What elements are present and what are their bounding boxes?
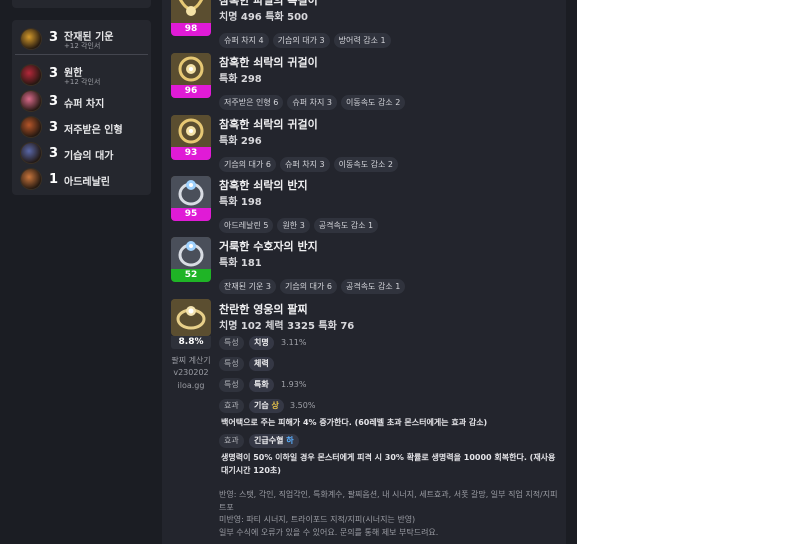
engraving-book-bonus: +12 각인서 xyxy=(64,42,101,50)
option-percent: 3.11% xyxy=(281,338,307,347)
engraving-adrenaline-icon xyxy=(21,169,41,189)
engraving-row: 3 잔재된 기운 +12 각인서 xyxy=(12,26,151,52)
option-value: 치명 xyxy=(249,336,274,350)
item-name: 참혹한 쇠락의 귀걸이 xyxy=(219,118,318,131)
item-name: 참혹한 쇠락의 귀걸이 xyxy=(219,56,318,69)
engraving-chip: 이동속도 감소 2 xyxy=(340,95,406,110)
engraving-count: 3 xyxy=(49,94,59,109)
engraving-grudge-icon xyxy=(21,65,41,85)
quality-badge: 98 xyxy=(171,23,211,36)
engraving-chip: 저주받은 인형 6 xyxy=(219,95,284,110)
option-percent: 1.93% xyxy=(281,380,307,389)
quality-badge: 96 xyxy=(171,85,211,98)
quality-badge: 52 xyxy=(171,269,211,282)
engraving-row: 3 슈퍼 차지 xyxy=(12,88,151,114)
option-type: 특성 xyxy=(219,357,244,371)
engraving-chip: 원한 3 xyxy=(277,218,310,233)
engraving-chips: 아드레날린 5 원한 3 공격속도 감소 1 xyxy=(219,213,382,233)
item-stats: 치명 496 특화 500 xyxy=(219,12,308,23)
engraving-chips: 저주받은 인형 6 슈퍼 차지 3 이동속도 감소 2 xyxy=(219,90,409,110)
item-stats: 특화 198 xyxy=(219,197,262,208)
note-reflected: 반영: 스탯, 각인, 직업각인, 특화계수, 팔찌옵션, 내 시너지, 세트효… xyxy=(219,490,558,499)
bracelet-percent: 8.8% xyxy=(171,336,211,349)
engraving-divider xyxy=(15,54,148,55)
item-stats: 특화 181 xyxy=(219,258,262,269)
engraving-chip: 슈퍼 차지 3 xyxy=(287,95,337,110)
earring-icon xyxy=(171,115,211,147)
effect-grade-2: 하 xyxy=(286,436,294,445)
engraving-row: 3 원한 +12 각인서 xyxy=(12,62,151,88)
engraving-name: 저주받은 인형 xyxy=(64,125,123,136)
engraving-row: 3 저주받은 인형 xyxy=(12,114,151,140)
quality-badge: 95 xyxy=(171,208,211,221)
engraving-cursed-doll-icon xyxy=(21,117,41,137)
engraving-summary-top xyxy=(12,0,151,8)
ring-icon xyxy=(171,176,211,208)
engraving-super-charge-icon xyxy=(21,91,41,111)
item-name: 참혹한 쇠락의 반지 xyxy=(219,179,308,192)
engraving-chip: 방어력 감소 1 xyxy=(333,33,391,48)
engraving-master-ambush-icon xyxy=(21,143,41,163)
calc-site-link[interactable]: iloa.gg xyxy=(164,381,218,390)
calc-version: v230202 xyxy=(173,368,209,377)
engraving-chip: 이동속도 감소 2 xyxy=(333,157,398,172)
engraving-count: 3 xyxy=(49,146,59,161)
engraving-chip: 슈퍼 차지 4 xyxy=(219,33,269,48)
bracelet-name: 찬란한 영웅의 팔찌 xyxy=(219,303,308,316)
engraving-name: 아드레날린 xyxy=(64,177,110,188)
app-window: 3 잔재된 기운 +12 각인서 3 원한 +12 각인서 3 슈퍼 차지 3 … xyxy=(0,0,577,544)
option-percent: 3.50% xyxy=(290,401,316,410)
option-value: 특화 xyxy=(249,378,274,392)
engraving-chip: 기습의 대가 6 xyxy=(279,279,337,294)
effect-value-2: 긴급수혈 하 xyxy=(249,434,299,448)
engraving-chip: 기습의 대가 6 xyxy=(219,157,276,172)
option-type: 특성 xyxy=(219,336,244,350)
engraving-chips: 기습의 대가 6 슈퍼 차지 3 이동속도 감소 2 xyxy=(219,152,402,172)
effect-description-1: 백어택으로 주는 피해가 4% 증가한다. (60레벨 초과 몬스터에게는 효과… xyxy=(221,418,488,427)
engraving-chip: 슈퍼 차지 3 xyxy=(279,157,330,172)
note-reflected-cont: 트포 xyxy=(219,503,234,512)
option-type: 특성 xyxy=(219,378,244,392)
engraving-chip: 기습의 대가 3 xyxy=(272,33,330,48)
effect-description-2-line1: 생명력이 50% 이하일 경우 몬스터에게 피격 시 30% 확률로 생명력을 … xyxy=(221,453,556,462)
option-value: 체력 xyxy=(249,357,274,371)
engraving-chips: 슈퍼 차지 4 기습의 대가 3 방어력 감소 1 xyxy=(219,28,395,48)
note-disclaimer: 일부 수식에 오류가 있을 수 있어요. 문의를 통해 제보 부탁드려요. xyxy=(219,528,439,537)
option-grade: 상 xyxy=(271,401,279,410)
bracelet-stats: 치명 102 체력 3325 특화 76 xyxy=(219,321,355,332)
item-stats: 특화 296 xyxy=(219,136,262,147)
engraving-count: 1 xyxy=(49,172,59,187)
engraving-count: 3 xyxy=(49,66,59,81)
option-value: 기습 상 xyxy=(249,399,284,413)
item-name: 거룩한 수호자의 반지 xyxy=(219,240,318,253)
engraving-row: 1 아드레날린 xyxy=(12,166,151,192)
option-type: 효과 xyxy=(219,399,244,413)
engraving-chip: 공격속도 감소 1 xyxy=(313,218,379,233)
engraving-book-bonus: +12 각인서 xyxy=(64,78,101,86)
engraving-chip: 공격속도 감소 1 xyxy=(340,279,406,294)
item-name: 참혹한 파멸의 목걸이 xyxy=(219,0,318,7)
engraving-name: 기습의 대가 xyxy=(64,151,114,162)
engraving-chips: 잔재된 기운 3 기습의 대가 6 공격속도 감소 1 xyxy=(219,274,409,294)
engraving-remnant-icon xyxy=(21,29,41,49)
engraving-chip: 잔재된 기운 3 xyxy=(219,279,276,294)
bracelet-icon xyxy=(171,299,211,336)
engraving-row: 3 기습의 대가 xyxy=(12,140,151,166)
engraving-count: 3 xyxy=(49,120,59,135)
engraving-count: 3 xyxy=(49,30,59,45)
quality-badge: 93 xyxy=(171,147,211,160)
item-stats: 특화 298 xyxy=(219,74,262,85)
earring-icon xyxy=(171,53,211,85)
engraving-chip: 아드레날린 5 xyxy=(219,218,274,233)
effect-description-2-line2: 대기시간 120초) xyxy=(221,466,281,475)
calc-label: 팔찌 계산기 xyxy=(171,356,211,365)
engraving-name: 슈퍼 차지 xyxy=(64,99,105,110)
necklace-icon xyxy=(171,0,211,23)
ring-icon xyxy=(171,237,211,269)
effect-label-2: 효과 xyxy=(219,434,244,448)
note-not-reflected: 미반영: 파티 시너지, 트라이포드 지적/지피(시너지는 반영) xyxy=(219,515,416,524)
